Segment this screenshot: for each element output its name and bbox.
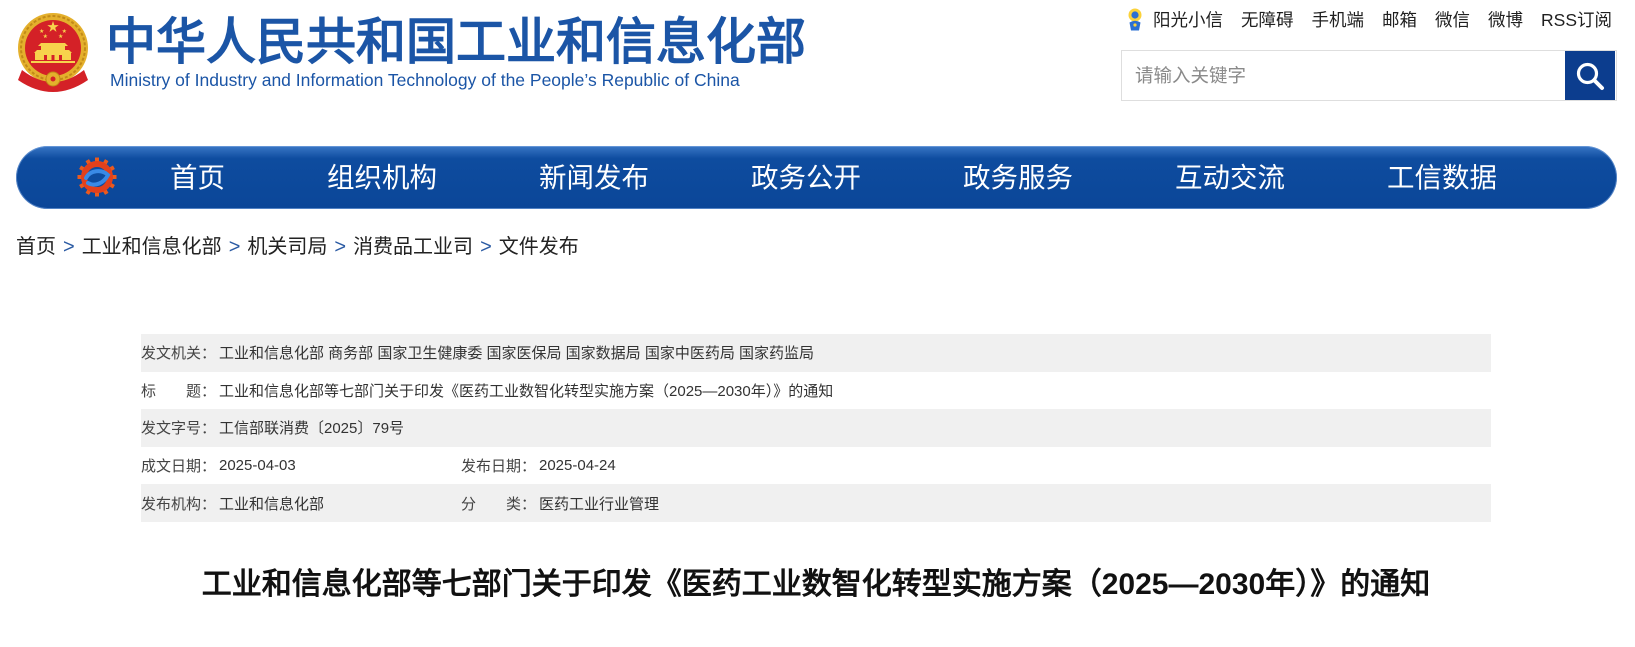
breadcrumb-consumer-goods-dept[interactable]: 消费品工业司 [353, 235, 473, 259]
nav-item-home[interactable]: 首页 [170, 146, 225, 209]
doc-label-category: 分 类： [461, 495, 537, 513]
top-link-mail[interactable]: 邮箱 [1382, 8, 1417, 32]
doc-info-cell: 发布机构： 工业和信息化部 [141, 493, 461, 514]
top-link-label: 微信 [1435, 10, 1471, 30]
nav-item-data[interactable]: 工信数据 [1387, 146, 1497, 209]
nav-item-government-services[interactable]: 政务服务 [963, 146, 1073, 209]
breadcrumb-departments[interactable]: 机关司局 [247, 235, 327, 259]
doc-info-cell: 发文机关： 工业和信息化部 商务部 国家卫生健康委 国家医保局 国家数据局 国家… [141, 342, 814, 363]
article-title: 工业和信息化部等七部门关于印发《医药工业数智化转型实施方案（2025—2030年… [201, 568, 1431, 601]
breadcrumb-home[interactable]: 首页 [16, 235, 56, 259]
search-input[interactable] [1122, 51, 1562, 100]
site-logo-home-link[interactable]: 中华人民共和国工业和信息化部 Ministry of Industry and … [14, 10, 806, 96]
doc-info-row-publisher: 发布机构： 工业和信息化部 分 类： 医药工业行业管理 [141, 484, 1491, 522]
nav-item-organization[interactable]: 组织机构 [327, 146, 437, 209]
doc-label-title: 标 题： [141, 382, 217, 400]
search-button[interactable] [1565, 51, 1615, 100]
nav-item-news[interactable]: 新闻发布 [539, 146, 649, 209]
doc-value-written-date: 2025-04-03 [219, 457, 296, 475]
top-link-label: 微博 [1488, 10, 1524, 30]
breadcrumb-documents[interactable]: 文件发布 [499, 235, 579, 259]
top-link-sunshine[interactable]: 阳光小信 [1125, 8, 1223, 32]
top-link-label: 无障碍 [1241, 10, 1294, 30]
breadcrumb-ministry[interactable]: 工业和信息化部 [82, 235, 222, 259]
breadcrumb-separator: > [480, 236, 492, 258]
doc-label-doc-number: 发文字号： [141, 420, 217, 438]
doc-label-issuer: 发文机关： [141, 345, 217, 363]
national-emblem-icon [18, 13, 88, 92]
top-link-label: 手机端 [1311, 10, 1365, 30]
document-info-table: 发文机关： 工业和信息化部 商务部 国家卫生健康委 国家医保局 国家数据局 国家… [141, 334, 1491, 522]
top-link-rss[interactable]: RSS订阅 [1541, 8, 1612, 32]
doc-info-row-doc-number: 发文字号： 工信部联消费〔2025〕79号 [141, 409, 1491, 447]
doc-info-cell: 发布日期： 2025-04-24 [461, 455, 616, 476]
doc-label-publish-date: 发布日期： [461, 458, 537, 476]
doc-info-cell: 发文字号： 工信部联消费〔2025〕79号 [141, 417, 404, 438]
site-title-english: Ministry of Industry and Information Tec… [110, 70, 740, 90]
top-link-accessibility[interactable]: 无障碍 [1241, 8, 1294, 32]
doc-info-row-title: 标 题： 工业和信息化部等七部门关于印发《医药工业数智化转型实施方案（2025—… [141, 372, 1491, 410]
doc-label-written-date: 成文日期： [141, 458, 217, 476]
doc-info-cell: 成文日期： 2025-04-03 [141, 455, 461, 476]
doc-label-publisher: 发布机构： [141, 495, 217, 513]
breadcrumb-separator: > [228, 236, 241, 258]
miit-logo-icon[interactable] [76, 156, 118, 198]
main-navigation-bar: 首页 组织机构 新闻发布 政务公开 政务服务 互动交流 工信数据 [16, 146, 1617, 209]
doc-info-cell: 分 类： 医药工业行业管理 [461, 493, 659, 514]
top-utility-links: 阳光小信 无障碍 手机端 邮箱 微信 微博 RSS订阅 [1125, 8, 1612, 32]
top-link-wechat[interactable]: 微信 [1435, 8, 1470, 32]
top-link-label: RSS订阅 [1541, 10, 1612, 30]
search-icon [1576, 62, 1604, 90]
top-link-label: 邮箱 [1382, 10, 1418, 30]
top-link-label: 阳光小信 [1153, 10, 1224, 30]
doc-value-doc-number: 工信部联消费〔2025〕79号 [219, 420, 405, 438]
breadcrumb-separator: > [334, 236, 347, 258]
doc-info-row-dates: 成文日期： 2025-04-03 发布日期： 2025-04-24 [141, 447, 1491, 485]
doc-value-publisher: 工业和信息化部 [219, 495, 325, 513]
doc-info-row-issuer: 发文机关： 工业和信息化部 商务部 国家卫生健康委 国家医保局 国家数据局 国家… [141, 334, 1491, 372]
site-title-chinese: 中华人民共和国工业和信息化部 [106, 14, 806, 70]
doc-value-category: 医药工业行业管理 [539, 495, 660, 513]
breadcrumb: 首页 > 工业和信息化部 > 机关司局 > 消费品工业司 > 文件发布 [16, 235, 579, 259]
doc-value-publish-date: 2025-04-24 [539, 457, 616, 475]
top-link-weibo[interactable]: 微博 [1488, 8, 1523, 32]
nav-item-government-affairs[interactable]: 政务公开 [751, 146, 861, 209]
doc-value-title: 工业和信息化部等七部门关于印发《医药工业数智化转型实施方案（2025—2030年… [219, 382, 834, 400]
doc-value-issuer: 工业和信息化部 商务部 国家卫生健康委 国家医保局 国家数据局 国家中医药局 国… [219, 345, 815, 363]
nav-items: 首页 组织机构 新闻发布 政务公开 政务服务 互动交流 工信数据 [170, 146, 1497, 209]
sunshine-mascot-icon [1128, 8, 1142, 31]
doc-info-cell: 标 题： 工业和信息化部等七部门关于印发《医药工业数智化转型实施方案（2025—… [141, 380, 833, 401]
breadcrumb-separator: > [63, 236, 75, 258]
search-box [1121, 50, 1617, 101]
top-link-mobile[interactable]: 手机端 [1312, 8, 1365, 32]
nav-item-interaction[interactable]: 互动交流 [1175, 146, 1285, 209]
